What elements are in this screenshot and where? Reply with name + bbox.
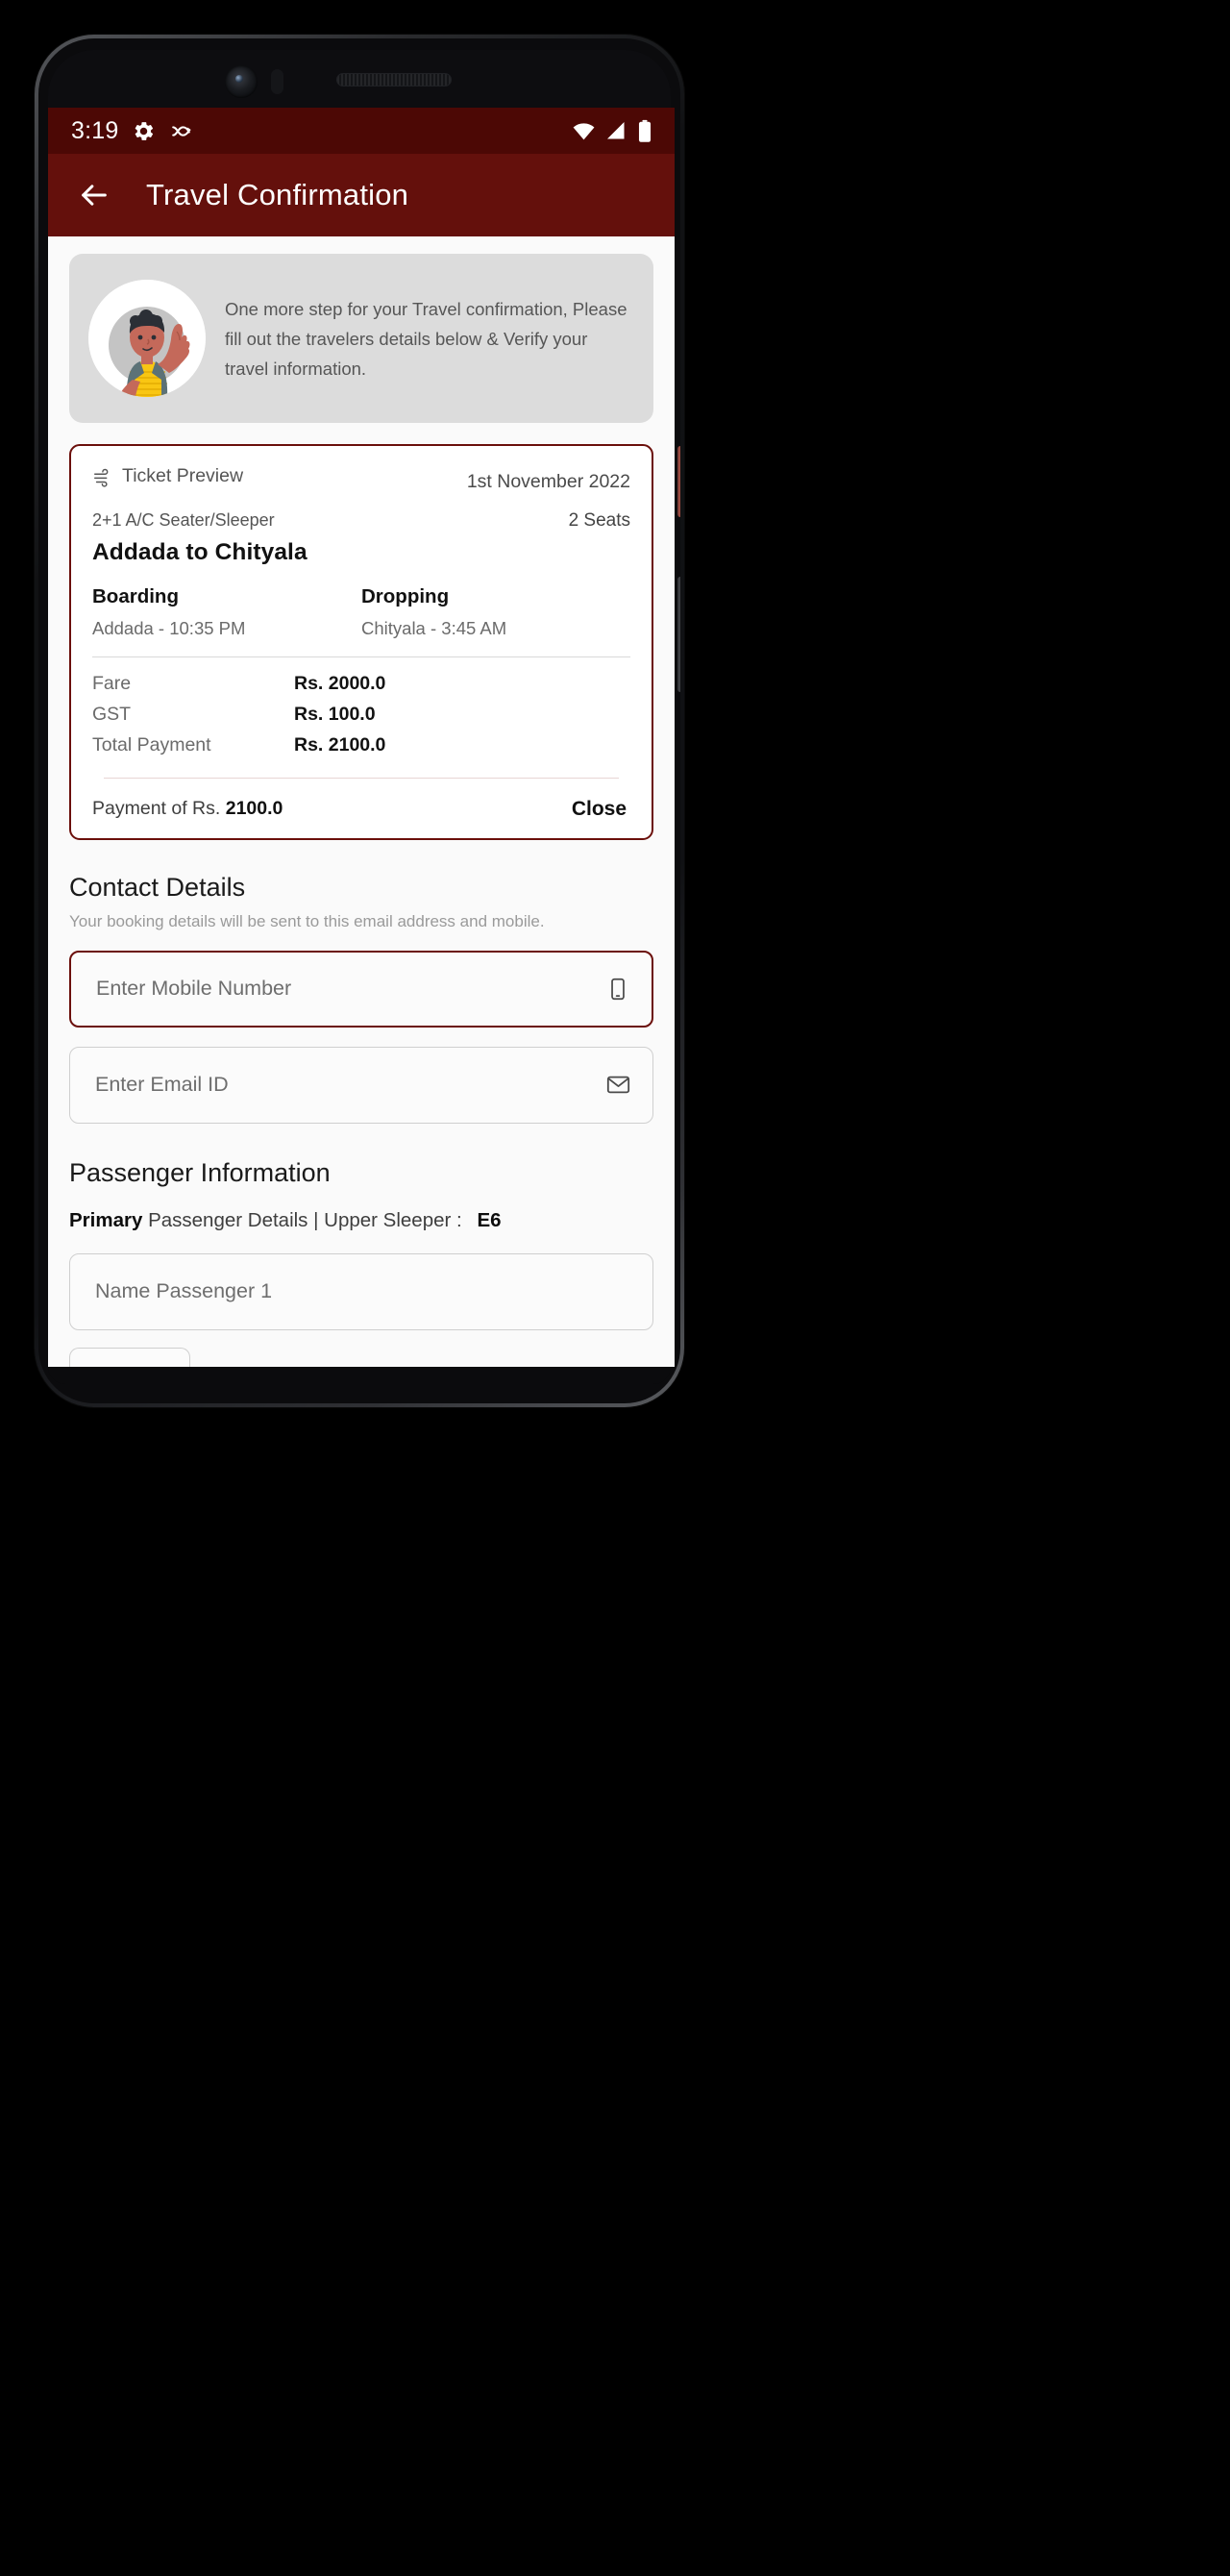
route-title: Addada to Chityala	[92, 538, 308, 565]
passenger-details-line: Primary Passenger Details | Upper Sleepe…	[69, 1209, 653, 1232]
bottom-bezel	[48, 1367, 671, 1384]
partial-next-field[interactable]	[69, 1347, 190, 1367]
info-banner: One more step for your Travel confirmati…	[69, 254, 653, 423]
ticket-preview-label: Ticket Preview	[122, 465, 244, 486]
sensor-strip	[48, 50, 671, 108]
passenger-details-text: Passenger Details | Upper Sleeper :	[148, 1208, 462, 1231]
waving-person-illustration	[88, 280, 206, 397]
shuffle-icon	[169, 119, 193, 143]
total-payment-label: Total Payment	[92, 733, 211, 755]
payment-prefix: Payment of Rs.	[92, 798, 221, 819]
battery-icon	[636, 119, 653, 143]
envelope-icon	[606, 1076, 630, 1094]
mobile-number-input[interactable]: Enter Mobile Number	[69, 950, 653, 1028]
passenger-name-placeholder: Name Passenger 1	[95, 1279, 273, 1302]
bus-type-row: 2+1 A/C Seater/Sleeper 2 Seats	[92, 510, 630, 532]
status-bar-right	[572, 119, 653, 143]
fare-divider	[104, 777, 619, 779]
passenger-seat-number: E6	[477, 1208, 502, 1231]
status-bar: 3:19	[48, 108, 675, 154]
phone-bezel: 3:19 Travel Confirmation One more step f…	[38, 38, 680, 1403]
passenger-name-input[interactable]: Name Passenger 1	[69, 1252, 653, 1330]
wifi-icon	[572, 119, 596, 143]
front-camera-icon	[225, 65, 258, 98]
status-clock: 3:19	[71, 116, 119, 144]
ticket-preview-card: Ticket Preview 1st November 2022 2+1 A/C…	[69, 444, 653, 840]
content-scroll-area[interactable]: One more step for your Travel confirmati…	[48, 236, 675, 1367]
volume-button[interactable]	[677, 577, 680, 692]
passenger-primary-label: Primary	[69, 1208, 143, 1231]
cellular-signal-icon	[604, 119, 627, 142]
payment-summary: Payment of Rs. 2100.0	[92, 798, 283, 820]
info-banner-text: One more step for your Travel confirmati…	[225, 298, 627, 379]
contact-details-heading: Contact Details	[69, 872, 246, 902]
stops-divider	[92, 656, 630, 657]
dropping-value: Chityala - 3:45 AM	[361, 617, 507, 638]
email-placeholder: Enter Email ID	[95, 1073, 229, 1096]
fare-grid: Fare Rs. 2000.0 GST Rs. 100.0 Total Paym…	[92, 673, 630, 756]
boarding-label: Boarding	[92, 584, 179, 607]
status-bar-left: 3:19	[71, 117, 193, 145]
payment-amount: 2100.0	[225, 798, 283, 819]
gst-value: Rs. 100.0	[294, 703, 376, 725]
mobile-number-placeholder: Enter Mobile Number	[96, 977, 292, 1000]
earpiece-speaker	[336, 73, 452, 87]
fare-label: Fare	[92, 672, 132, 694]
phone-frame: 3:19 Travel Confirmation One more step f…	[35, 35, 684, 1407]
close-button[interactable]: Close	[568, 796, 630, 823]
boarding-value: Addada - 10:35 PM	[92, 617, 246, 638]
phone-screen: 3:19 Travel Confirmation One more step f…	[48, 108, 675, 1367]
contact-details-subtitle: Your booking details will be sent to thi…	[69, 911, 545, 930]
stops-grid: Boarding Dropping Addada - 10:35 PM Chit…	[92, 585, 630, 639]
mobile-phone-icon	[611, 978, 625, 1000]
total-payment-value: Rs. 2100.0	[294, 733, 386, 755]
waving-person-svg	[88, 280, 206, 397]
back-button[interactable]	[73, 174, 115, 216]
power-button[interactable]	[677, 446, 680, 517]
seat-count: 2 Seats	[568, 509, 630, 531]
app-bar: Travel Confirmation	[48, 154, 675, 236]
passenger-information-heading: Passenger Information	[69, 1157, 331, 1187]
arrow-left-icon	[82, 185, 107, 206]
air-conditioning-icon	[94, 468, 109, 487]
proximity-sensor-icon	[271, 69, 283, 94]
gear-icon	[132, 119, 156, 143]
fare-value: Rs. 2000.0	[294, 672, 386, 694]
dropping-label: Dropping	[361, 584, 450, 607]
ticket-date: 1st November 2022	[466, 470, 630, 492]
bus-type: 2+1 A/C Seater/Sleeper	[92, 509, 275, 530]
ticket-preview-label-group: Ticket Preview	[92, 465, 243, 487]
email-input[interactable]: Enter Email ID	[69, 1046, 653, 1124]
payment-row: Payment of Rs. 2100.0 Close	[92, 796, 630, 823]
gst-label: GST	[92, 703, 132, 725]
page-title: Travel Confirmation	[146, 178, 409, 211]
ticket-header-row: Ticket Preview 1st November 2022	[92, 465, 630, 493]
